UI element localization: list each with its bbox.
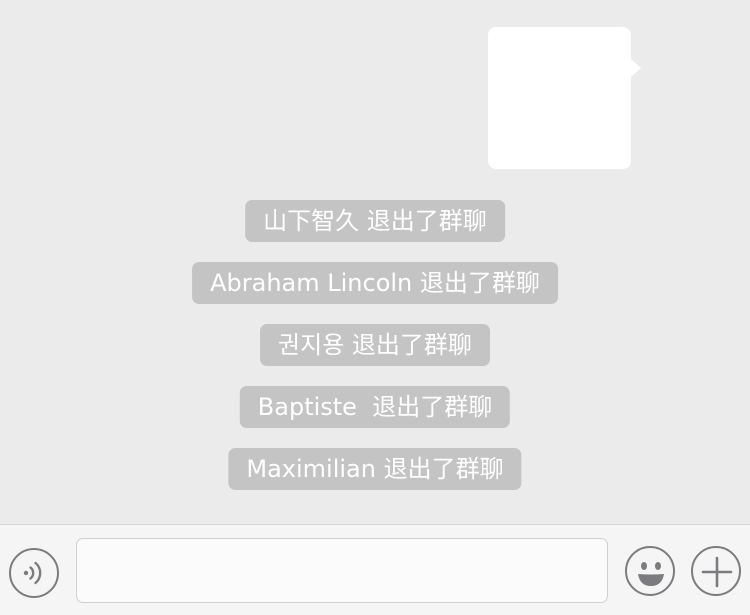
notice-text: 退出了群聊 xyxy=(344,331,472,359)
voice-wave-icon xyxy=(23,561,42,585)
message-input[interactable] xyxy=(76,538,608,603)
system-notice: 山下智久 退出了群聊 xyxy=(245,200,505,242)
system-notice: Baptiste 退出了群聊 xyxy=(239,386,511,428)
notice-text: 退出了群聊 xyxy=(375,455,504,483)
system-notice: Maximilian 退出了群聊 xyxy=(228,448,522,490)
notice-user-name: Baptiste xyxy=(257,393,365,421)
system-notice: Abraham Lincoln 退出了群聊 xyxy=(192,262,558,304)
message-bubble[interactable] xyxy=(488,27,641,169)
notice-user-name: 권지용 xyxy=(278,331,345,359)
more-button[interactable] xyxy=(691,546,741,596)
notice-user-name: Maximilian xyxy=(246,455,376,483)
notice-text: 退出了群聊 xyxy=(412,269,540,297)
notice-user-name: Abraham Lincoln xyxy=(210,269,413,297)
notice-text: 退出了群聊 xyxy=(364,393,493,421)
input-toolbar xyxy=(0,524,750,615)
chat-area: 山下智久 退出了群聊 Abraham Lincoln 退出了群聊 권지용 退出了… xyxy=(0,0,750,524)
voice-button[interactable] xyxy=(9,548,59,598)
notice-user-name: 山下智久 xyxy=(263,207,360,235)
plus-icon xyxy=(701,556,733,588)
notice-text: 退出了群聊 xyxy=(359,207,487,235)
smiley-face-icon xyxy=(638,562,664,586)
emoji-button[interactable] xyxy=(625,546,675,596)
system-notice: 권지용 退出了群聊 xyxy=(260,324,490,366)
